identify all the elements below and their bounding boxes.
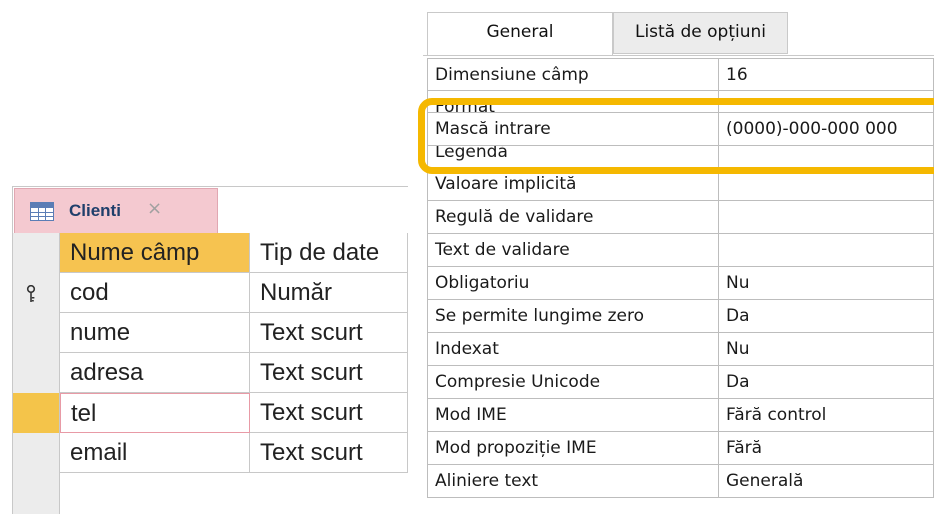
field-name-cell[interactable]: cod (60, 273, 250, 313)
property-row-validation-text[interactable]: Text de validare (427, 234, 934, 267)
property-row-unicode-compression[interactable]: Compresie Unicode Da (427, 366, 934, 399)
primary-key-icon (26, 285, 36, 302)
data-type-cell[interactable]: Text scurt (250, 433, 408, 473)
tab-lookup[interactable]: Listă de opțiuni (613, 12, 788, 54)
tab-general[interactable]: General (427, 12, 613, 56)
row-selector-cod[interactable] (13, 273, 59, 313)
property-row-text-align[interactable]: Aliniere text Generală (427, 465, 934, 498)
row-selector-nume[interactable] (13, 313, 59, 353)
property-label: Text de validare (427, 234, 719, 267)
column-header-field-name[interactable]: Nume câmp (60, 233, 250, 273)
property-value[interactable]: Fără (719, 432, 934, 465)
property-value[interactable]: Generală (719, 465, 934, 498)
property-row-validation-rule[interactable]: Regulă de validare (427, 201, 934, 234)
row-selector-column (13, 233, 60, 514)
property-label: Regulă de validare (427, 201, 719, 234)
highlight-callout (418, 98, 934, 174)
row-selector-adresa[interactable] (13, 353, 59, 393)
property-label: Mod IME (427, 399, 719, 432)
property-value[interactable] (719, 201, 934, 234)
table-icon (30, 202, 54, 221)
row-selector-email[interactable] (13, 433, 59, 473)
data-type-cell[interactable]: Text scurt (250, 393, 408, 433)
document-tab-title: Clienti (69, 201, 121, 220)
table-design-grid: Clienti × Nume câmp Tip de date cod Numă… (12, 186, 408, 514)
property-label: Mod propoziție IME (427, 432, 719, 465)
property-row-indexed[interactable]: Indexat Nu (427, 333, 934, 366)
document-tab-clienti[interactable]: Clienti × (14, 188, 218, 233)
property-value[interactable]: Da (719, 366, 934, 399)
field-name-cell[interactable]: email (60, 433, 250, 473)
row-selector-tel[interactable] (13, 393, 59, 433)
property-value[interactable] (719, 234, 934, 267)
field-name-cell[interactable]: adresa (60, 353, 250, 393)
data-type-cell[interactable]: Număr (250, 273, 408, 313)
property-row-field-size[interactable]: Dimensiune câmp 16 (427, 58, 934, 91)
field-name-cell-active[interactable]: tel (60, 393, 250, 433)
field-properties-panel: General Listă de opțiuni Dimensiune câmp… (423, 10, 934, 513)
property-value[interactable]: Nu (719, 267, 934, 300)
data-type-cell[interactable]: Text scurt (250, 353, 408, 393)
property-value[interactable]: Da (719, 300, 934, 333)
property-value[interactable]: Nu (719, 333, 934, 366)
property-label: Compresie Unicode (427, 366, 719, 399)
property-row-ime-sentence-mode[interactable]: Mod propoziție IME Fără (427, 432, 934, 465)
property-label: Obligatoriu (427, 267, 719, 300)
property-label: Se permite lungime zero (427, 300, 719, 333)
property-label: Aliniere text (427, 465, 719, 498)
tab-divider (423, 55, 934, 56)
column-header-data-type[interactable]: Tip de date (250, 233, 408, 273)
property-row-ime-mode[interactable]: Mod IME Fără control (427, 399, 934, 432)
property-value[interactable]: Fără control (719, 399, 934, 432)
property-row-required[interactable]: Obligatoriu Nu (427, 267, 934, 300)
property-value[interactable]: 16 (719, 58, 934, 91)
data-type-cell[interactable]: Text scurt (250, 313, 408, 353)
close-icon[interactable]: × (147, 198, 162, 219)
field-name-cell[interactable]: nume (60, 313, 250, 353)
property-row-allow-zero-length[interactable]: Se permite lungime zero Da (427, 300, 934, 333)
property-label: Indexat (427, 333, 719, 366)
property-label: Dimensiune câmp (427, 58, 719, 91)
document-tab-strip: Clienti × (13, 187, 408, 233)
